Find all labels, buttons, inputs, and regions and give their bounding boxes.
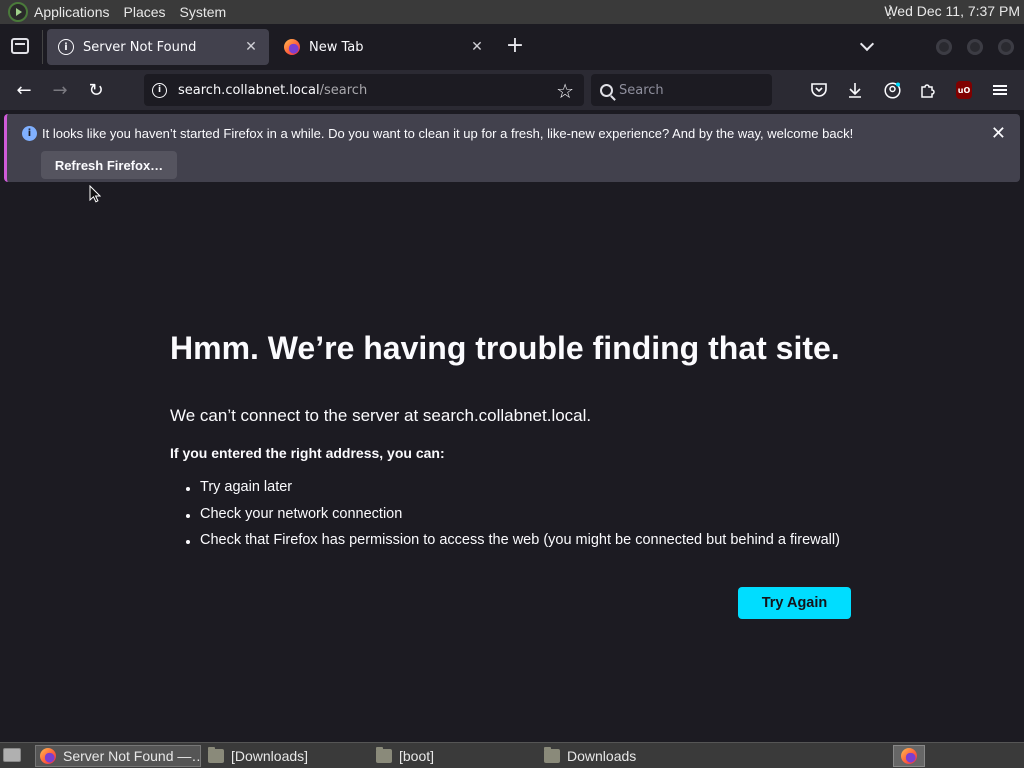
maximize-window-button[interactable]: [967, 39, 983, 55]
folder-icon: [544, 747, 560, 763]
ublock-origin-icon[interactable]: uO: [956, 81, 972, 99]
site-info-icon[interactable]: i: [152, 82, 167, 98]
bottom-taskbar: Server Not Found —… [Downloads] [boot] D…: [0, 742, 1024, 768]
firefox-icon: [284, 39, 300, 55]
navigation-bar: ← → ↻ i search.collabnet.local/search ☆ …: [0, 70, 1024, 110]
firefox-view-icon[interactable]: [11, 38, 29, 54]
close-tab-icon[interactable]: ✕: [467, 37, 487, 57]
system-menu[interactable]: System: [180, 4, 227, 20]
url-path: /search: [319, 82, 368, 98]
search-icon: [600, 83, 613, 97]
clock[interactable]: Wed Dec 11, 7:37 PM: [884, 3, 1020, 19]
search-input[interactable]: Search: [591, 74, 772, 106]
close-window-button[interactable]: [998, 39, 1014, 55]
back-arrow-icon[interactable]: ←: [12, 78, 36, 102]
notification-bar: i It looks like you haven’t started Fire…: [4, 114, 1020, 182]
page-content: Hmm. We’re having trouble finding that s…: [0, 186, 1024, 742]
error-description: We can’t connect to the server at search…: [170, 406, 592, 425]
list-item: Try again later: [186, 479, 840, 506]
applications-menu[interactable]: Applications: [34, 4, 110, 20]
close-icon[interactable]: ✕: [991, 123, 1006, 144]
search-placeholder: Search: [619, 82, 664, 98]
new-tab-plus-icon[interactable]: +: [504, 35, 526, 58]
suggestion-list: Try again later Check your network conne…: [186, 479, 840, 559]
try-again-button[interactable]: Try Again: [738, 587, 851, 619]
applications-logo-icon[interactable]: [8, 2, 28, 22]
reload-icon[interactable]: ↻: [84, 78, 108, 102]
download-icon[interactable]: [845, 80, 865, 100]
tab-bar-separator: [42, 30, 43, 64]
folder-icon: [376, 747, 392, 763]
extensions-puzzle-icon[interactable]: [918, 80, 938, 100]
info-icon: i: [58, 39, 74, 55]
taskbar-item-label: Server Not Found —…: [63, 748, 201, 764]
page-title: Hmm. We’re having trouble finding that s…: [170, 330, 840, 366]
minimize-window-button[interactable]: [936, 39, 952, 55]
firefox-icon: [40, 748, 56, 764]
url-host: search.collabnet.local: [178, 82, 320, 98]
info-icon: i: [22, 126, 37, 141]
tab-new-tab[interactable]: New Tab ✕: [273, 29, 495, 65]
chevron-down-icon[interactable]: [858, 38, 878, 54]
hamburger-menu-icon[interactable]: [990, 80, 1010, 100]
top-panel: Applications Places System Wed Dec 11, 7…: [0, 0, 1024, 24]
account-icon[interactable]: [882, 80, 902, 100]
tab-title: Server Not Found: [83, 39, 197, 55]
taskbar-item-boot[interactable]: [boot]: [372, 745, 536, 767]
places-menu[interactable]: Places: [124, 4, 166, 20]
taskbar-item-label: Downloads: [567, 748, 637, 764]
forward-arrow-icon[interactable]: →: [48, 78, 72, 102]
refresh-firefox-button[interactable]: Refresh Firefox…: [41, 151, 177, 179]
folder-icon: [208, 747, 224, 763]
taskbar-item-downloads[interactable]: Downloads: [540, 745, 704, 767]
list-item: Check your network connection: [186, 506, 840, 533]
error-subheading: If you entered the right address, you ca…: [170, 445, 445, 461]
tab-title: New Tab: [309, 39, 364, 55]
url-bar[interactable]: i search.collabnet.local/search ☆: [144, 74, 584, 106]
tab-server-not-found[interactable]: i Server Not Found ✕: [47, 29, 269, 65]
tab-bar: i Server Not Found ✕ New Tab ✕ +: [0, 24, 1024, 70]
bookmark-star-icon[interactable]: ☆: [556, 79, 574, 103]
taskbar-item-firefox[interactable]: Server Not Found —…: [35, 745, 201, 767]
taskbar-item-label: [boot]: [399, 748, 435, 764]
pocket-icon[interactable]: [809, 80, 829, 100]
list-item: Check that Firefox has permission to acc…: [186, 532, 840, 559]
taskbar-item-downloads-bracket[interactable]: [Downloads]: [204, 745, 368, 767]
taskbar-item-label: [Downloads]: [231, 748, 309, 764]
workspace-firefox-icon[interactable]: [893, 745, 925, 767]
close-tab-icon[interactable]: ✕: [241, 37, 261, 57]
show-desktop-icon[interactable]: [3, 748, 21, 762]
notification-message: It looks like you haven’t started Firefo…: [42, 126, 854, 141]
